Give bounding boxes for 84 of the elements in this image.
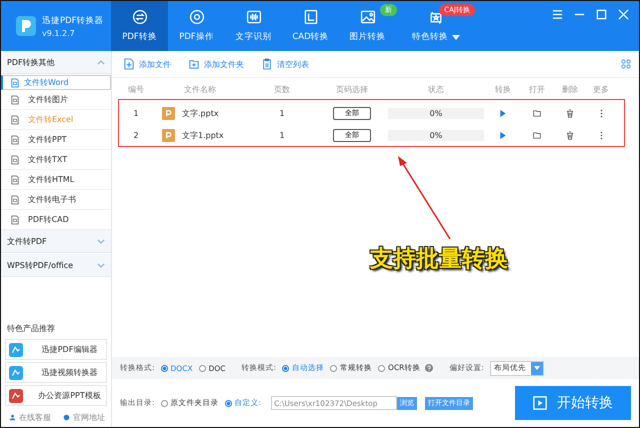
- more-options-icon[interactable]: [600, 108, 602, 118]
- document-icon: [11, 114, 19, 124]
- online-support-link[interactable]: 在线客服: [9, 412, 51, 423]
- pptx-file-icon: [162, 128, 175, 142]
- app-logo-icon: [16, 16, 36, 36]
- close-icon[interactable]: [618, 9, 629, 20]
- column-header: 转换: [494, 84, 512, 94]
- page-count: 1: [278, 108, 286, 118]
- row-number: 2: [132, 130, 140, 140]
- maximize-icon[interactable]: [596, 9, 607, 20]
- document-icon: [11, 78, 19, 88]
- sidebar-group-header[interactable]: 文件转PDF: [1, 230, 111, 253]
- nav-tab[interactable]: 文字识别: [225, 1, 282, 51]
- nav-tab[interactable]: PDF转换: [111, 1, 168, 51]
- column-header: 打开: [528, 84, 546, 94]
- status-bar: 0%: [388, 130, 484, 140]
- promo-item[interactable]: 迅捷PDF编辑器: [5, 339, 107, 360]
- trash-icon[interactable]: [566, 130, 574, 140]
- convert-icon: [132, 9, 148, 25]
- image-icon: [360, 9, 376, 25]
- column-header: 编号: [127, 84, 145, 94]
- toolbar-button[interactable]: 添加文件: [124, 58, 171, 70]
- column-header: 页码选择: [335, 84, 369, 94]
- chevron-down-icon: [97, 238, 105, 244]
- more-options-icon[interactable]: [600, 130, 602, 140]
- toolbar-button[interactable]: 清空列表: [262, 58, 309, 70]
- annotation-text: 支持批量转换: [370, 245, 508, 274]
- sidebar-item[interactable]: 文件转TXT: [1, 150, 111, 170]
- add-file-icon: [124, 58, 134, 70]
- sound-wave-icon: [246, 9, 262, 25]
- row-number: 1: [132, 108, 140, 118]
- column-header: 更多: [592, 84, 610, 94]
- promo-title: 特色产品推荐: [7, 323, 56, 334]
- sidebar-item[interactable]: 文件转PPT: [1, 130, 111, 150]
- pptx-file-icon: [162, 106, 175, 120]
- clipboard-icon: [262, 58, 272, 70]
- website-link[interactable]: 官网地址: [63, 412, 105, 423]
- star-swap-icon: [428, 9, 444, 25]
- person-icon: [9, 414, 16, 421]
- document-icon: [11, 94, 19, 104]
- document-icon: [11, 134, 19, 144]
- grid-view-icon[interactable]: [621, 59, 631, 69]
- help-icon[interactable]: [425, 364, 434, 372]
- sidebar-group-header[interactable]: PDF转换其他: [1, 51, 111, 74]
- column-header: 状态: [427, 84, 445, 94]
- sidebar-item[interactable]: 文件转图片: [1, 90, 111, 110]
- column-header: 删除: [561, 84, 579, 94]
- sidebar-group-header[interactable]: WPS转PDF/office: [1, 254, 111, 277]
- file-name: 文字.pptx: [182, 108, 219, 118]
- file-name: 文字1.pptx: [182, 130, 224, 140]
- play-icon[interactable]: [499, 108, 507, 118]
- column-header: 文件名称: [183, 84, 217, 94]
- page-count: 1: [278, 130, 286, 140]
- start-convert-button[interactable]: 开始转换: [515, 386, 631, 420]
- promo-item[interactable]: 办公资源PPT模板: [5, 385, 107, 406]
- nav-tab[interactable]: CAD转换: [282, 1, 339, 51]
- toolbar-button[interactable]: 添加文件夹: [189, 58, 244, 70]
- dropdown-caret-icon: [534, 366, 540, 370]
- menu-icon[interactable]: [552, 9, 563, 20]
- document-icon: [11, 214, 19, 224]
- document-icon: [11, 154, 19, 164]
- play-icon[interactable]: [499, 130, 507, 140]
- play-icon: [533, 396, 547, 410]
- chevron-up-icon: [97, 60, 105, 64]
- app-version: v9.1.2.7: [42, 28, 76, 38]
- sidebar-item[interactable]: 文件转HTML: [1, 170, 111, 190]
- nav-tab[interactable]: PDF操作: [168, 1, 225, 51]
- dropdown-caret-icon: [452, 34, 460, 40]
- trash-icon[interactable]: [566, 108, 574, 118]
- chevron-down-icon: [97, 262, 105, 268]
- status-bar: 0%: [388, 108, 484, 118]
- document-icon: [11, 194, 19, 204]
- promo-item[interactable]: 迅捷视频转换器: [5, 362, 107, 383]
- column-header: 页数: [273, 84, 291, 94]
- folder-icon[interactable]: [533, 130, 541, 140]
- sidebar-item[interactable]: 文件转电子书: [1, 190, 111, 210]
- folder-icon[interactable]: [533, 108, 541, 118]
- sidebar-item[interactable]: 文件转Word: [1, 75, 111, 90]
- add-folder-icon: [189, 58, 199, 70]
- disc-icon: [188, 9, 204, 25]
- cad-icon: [302, 9, 318, 25]
- app-name: 迅捷PDF转换器: [42, 14, 104, 26]
- globe-icon: [63, 414, 70, 421]
- document-icon: [11, 174, 19, 184]
